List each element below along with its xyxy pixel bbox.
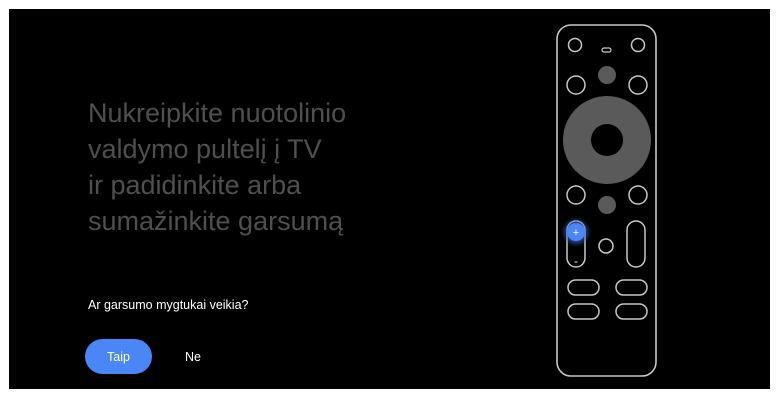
question-label: Ar garsumo mygtukai veikia?	[88, 298, 249, 312]
remote-control-illustration: + -	[556, 24, 657, 377]
tv-screen: Nukreipkite nuotolinio valdymo pultelį į…	[9, 9, 770, 389]
volume-down-label: -	[574, 254, 578, 268]
home-button[interactable]	[598, 196, 616, 214]
power-button[interactable]	[567, 37, 583, 53]
led-indicator	[601, 47, 612, 53]
app-button-3[interactable]	[567, 303, 600, 320]
app-button-2[interactable]	[615, 279, 648, 296]
mute-button[interactable]	[598, 238, 614, 254]
bookmark-button[interactable]	[566, 75, 586, 95]
settings-button[interactable]	[628, 75, 648, 95]
app-button-1[interactable]	[567, 279, 600, 296]
input-button[interactable]	[630, 37, 646, 53]
dpad-center-button[interactable]	[591, 124, 623, 156]
volume-up-label: +	[573, 227, 579, 239]
app-button-4[interactable]	[615, 303, 648, 320]
tv-guide-button[interactable]	[628, 185, 648, 205]
yes-button[interactable]: Taip	[85, 339, 152, 374]
channel-rocker[interactable]	[626, 220, 646, 268]
back-button[interactable]	[566, 185, 586, 205]
assistant-button[interactable]	[598, 66, 616, 84]
instruction-title: Nukreipkite nuotolinio valdymo pultelį į…	[88, 98, 347, 236]
no-button[interactable]: Ne	[172, 339, 214, 374]
